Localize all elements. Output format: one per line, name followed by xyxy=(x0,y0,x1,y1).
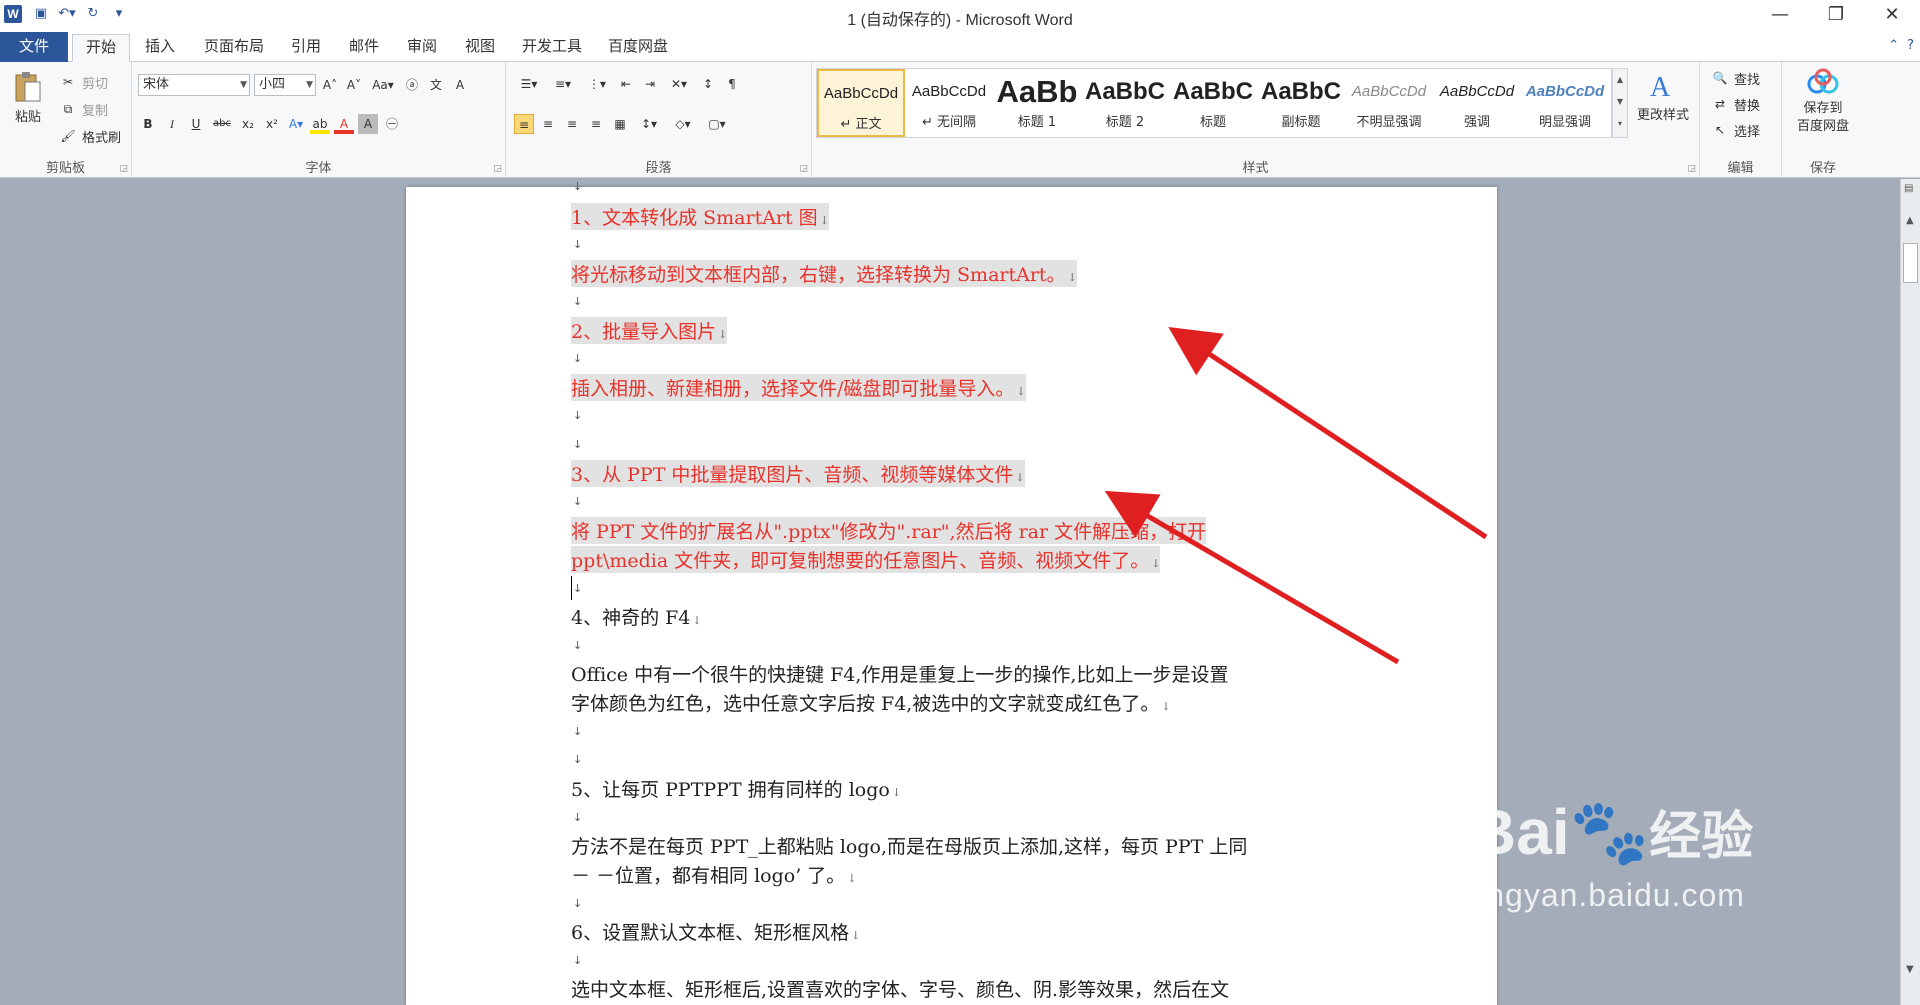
watermark-brand: Bai xyxy=(1470,796,1570,868)
baidu-jingyan-watermark: Bai🐾经验 jingyan.baidu.com xyxy=(1470,800,1753,914)
paw-icon: 🐾 xyxy=(1569,796,1650,868)
watermark-brand2: 经验 xyxy=(1649,808,1754,866)
arrow-annotation xyxy=(1104,490,1400,665)
watermark-url: jingyan.baidu.com xyxy=(1470,877,1745,913)
arrow-annotation xyxy=(1168,326,1488,540)
